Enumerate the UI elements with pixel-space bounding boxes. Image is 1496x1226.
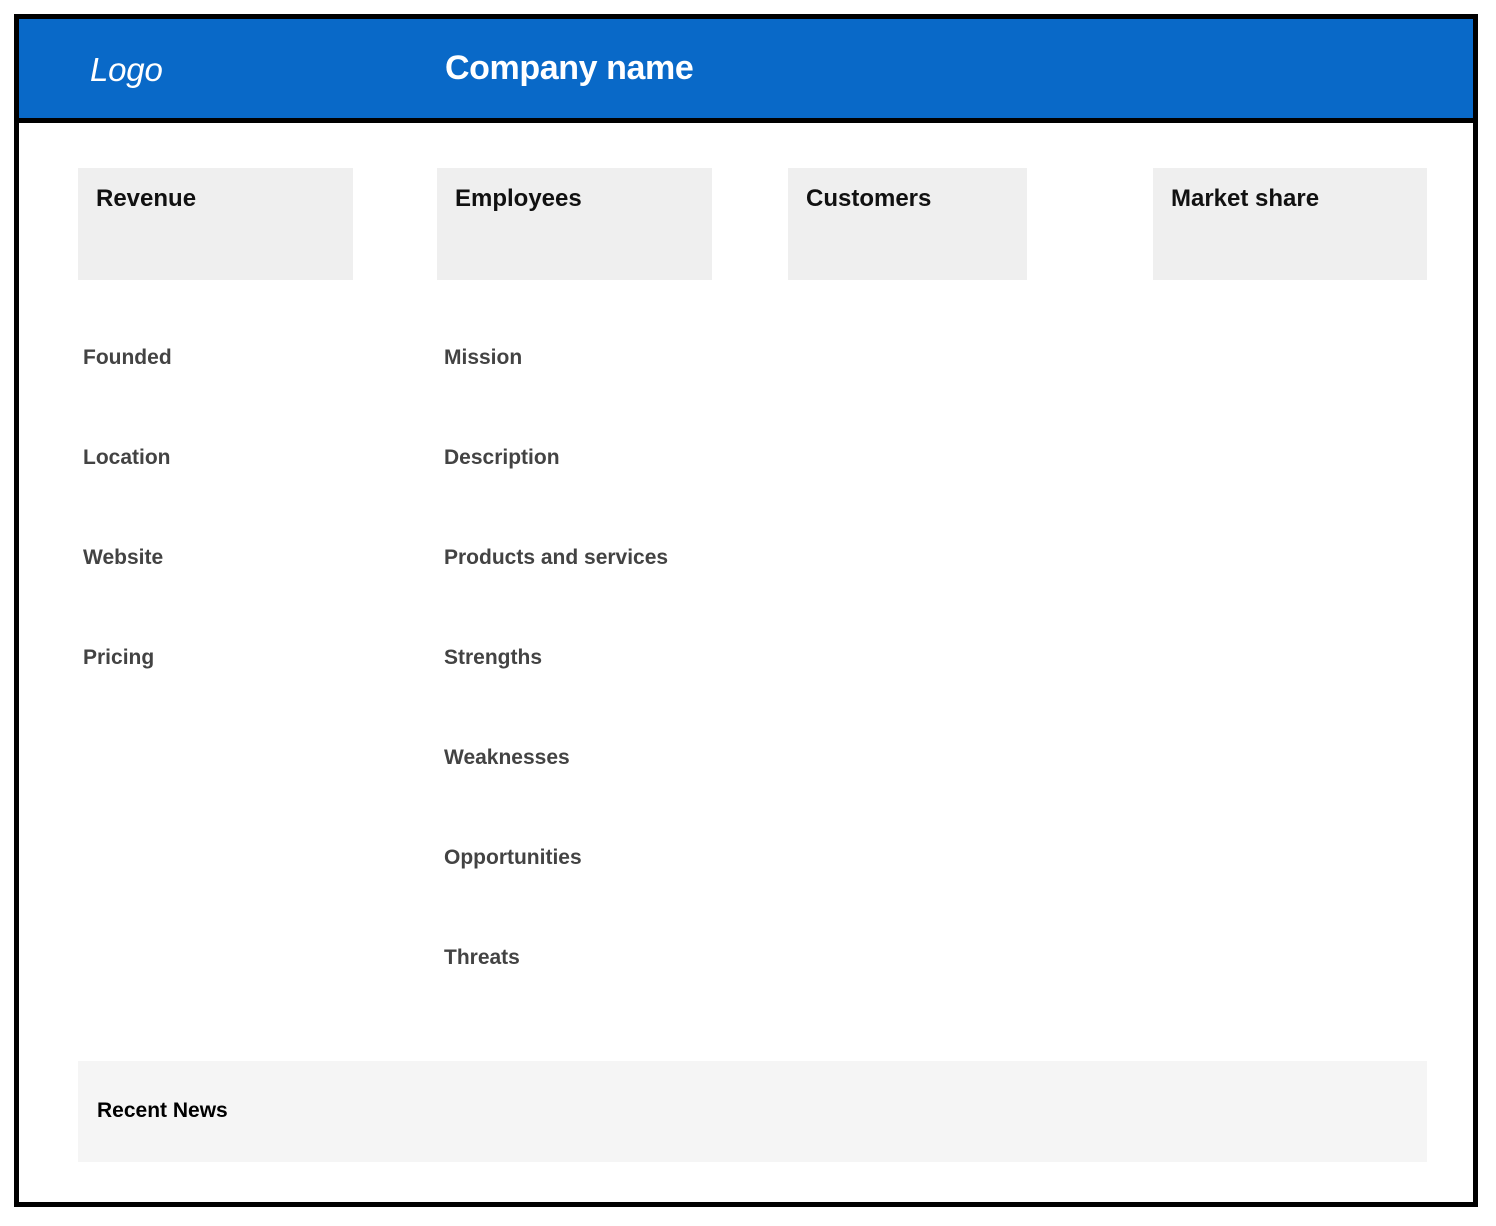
stat-card-customers[interactable]: Customers — [788, 168, 1027, 280]
logo-placeholder[interactable]: Logo — [90, 51, 163, 89]
field-label-location: Location — [83, 446, 171, 469]
field-row[interactable]: Weaknesses — [444, 745, 668, 845]
field-row[interactable]: Location — [83, 445, 172, 545]
field-row[interactable]: Products and services — [444, 545, 668, 645]
brand-header: Logo Company name — [19, 19, 1473, 123]
stat-card-revenue[interactable]: Revenue — [78, 168, 353, 280]
company-name-title: Company name — [445, 49, 694, 87]
field-label-pricing: Pricing — [83, 646, 155, 669]
field-label-strengths: Strengths — [444, 646, 543, 669]
field-row[interactable]: Founded — [83, 345, 172, 445]
field-row[interactable]: Strengths — [444, 645, 668, 745]
field-label-mission: Mission — [444, 346, 523, 369]
field-row[interactable]: Threats — [444, 945, 668, 1045]
framed-sheet: Logo Company name Revenue Employees Cust… — [14, 14, 1478, 1207]
company-profile-template: Logo Company name Revenue Employees Cust… — [0, 0, 1496, 1226]
field-label-website: Website — [83, 546, 164, 569]
field-row[interactable]: Description — [444, 445, 668, 545]
field-label-opportunities: Opportunities — [444, 846, 582, 869]
recent-news-title: Recent News — [97, 1099, 228, 1122]
stat-card-label: Market share — [1171, 185, 1320, 212]
field-row[interactable]: Mission — [444, 345, 668, 445]
field-row[interactable]: Opportunities — [444, 845, 668, 945]
stat-card-label: Employees — [455, 185, 582, 212]
field-column-middle: Mission Description Products and service… — [444, 345, 668, 1045]
body-area: Revenue Employees Customers Market share… — [19, 123, 1473, 1202]
stat-card-market-share[interactable]: Market share — [1153, 168, 1427, 280]
stat-card-label: Revenue — [96, 185, 197, 212]
field-label-description: Description — [444, 446, 560, 469]
stat-card-employees[interactable]: Employees — [437, 168, 712, 280]
field-label-founded: Founded — [83, 346, 172, 369]
field-row[interactable]: Pricing — [83, 645, 172, 745]
field-row[interactable]: Website — [83, 545, 172, 645]
stat-card-label: Customers — [806, 185, 932, 212]
field-label-weaknesses: Weaknesses — [444, 746, 570, 769]
recent-news-panel[interactable]: Recent News — [78, 1061, 1427, 1162]
field-label-products-and-services: Products and services — [444, 546, 669, 569]
field-column-left: Founded Location Website Pricing — [83, 345, 172, 745]
field-label-threats: Threats — [444, 946, 520, 969]
